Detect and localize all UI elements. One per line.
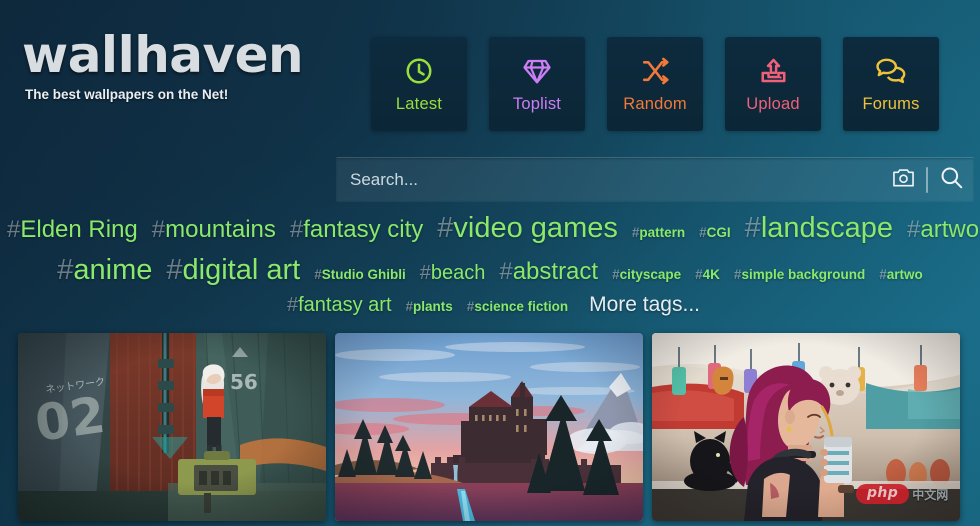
hash-icon: # [907,216,921,243]
nav-label-latest: Latest [395,95,443,113]
tag-row: #anime #digital art #Studio Ghibli #beach #a… [0,256,980,294]
tag-label: beach [430,262,486,284]
hash-icon: # [437,212,454,244]
nav-label-random: Random [623,95,687,113]
hash-icon: # [289,216,304,243]
tag-link[interactable]: #simple background [734,268,865,282]
logo-wordmark: wallhaven [22,26,304,84]
nav-item-forums[interactable]: Forums [843,37,939,131]
tag-label: simple background [741,267,866,282]
tag-link[interactable]: #fantasy art [287,295,392,315]
nav-item-upload[interactable]: Upload [725,37,821,131]
clock-icon [404,54,434,88]
tag-link[interactable]: #pattern [632,226,685,240]
tag-label: plants [413,299,453,314]
nav-label-toplist: Toplist [512,95,562,113]
tag-link[interactable]: #anime [57,256,152,285]
search-bar [336,157,974,201]
tag-label: 4K [702,267,720,282]
tag-link[interactable]: #artwo [907,218,979,242]
tag-label: science fiction [474,299,569,314]
nav-item-toplist[interactable]: Toplist [489,37,585,131]
tag-label: Studio Ghibli [321,267,406,282]
tag-label: fantasy city [303,216,424,243]
diamond-icon [521,54,553,88]
hash-icon: # [57,254,74,286]
camera-icon [892,167,915,193]
hash-icon: # [419,262,431,284]
tag-link[interactable]: #4K [695,268,720,282]
tag-label: anime [73,254,153,286]
upload-icon [758,54,789,88]
main-navigation: Latest Toplist Random Upload Forums [371,37,939,131]
tag-label: video games [453,212,618,244]
tag-label: artwo [886,267,923,282]
wallpaper-thumbnail-grid: ネットワーク 02 56 [18,333,962,521]
tag-label: artwo [920,216,980,243]
search-input[interactable] [336,158,880,201]
hash-icon: # [314,267,322,282]
tag-link[interactable]: #artwo [879,268,923,282]
tag-link[interactable]: #video games [437,214,618,243]
tag-link[interactable]: #fantasy city [290,218,423,242]
speech-bubbles-icon [875,54,908,88]
tag-label: fantasy art [298,294,392,316]
tag-link[interactable]: #landscape [745,214,893,243]
tag-label: abstract [512,258,599,285]
hash-icon: # [699,225,707,240]
hash-icon: # [879,267,887,282]
site-header: wallhaven The best wallpapers on the Net… [0,0,980,140]
hash-icon: # [744,212,761,244]
hash-icon: # [405,299,414,314]
hash-icon: # [499,258,513,285]
tag-cloud: #Elden Ring #mountains #fantasy city #video… [0,214,980,328]
php-watermark-pill: php [856,484,910,504]
tag-row: #fantasy art #plants #science fiction More … [0,294,980,328]
tag-link[interactable]: #mountains [152,218,276,242]
search-icon [939,165,964,195]
tag-link[interactable]: #science fiction [467,300,568,314]
tag-link[interactable]: #Studio Ghibli [314,268,406,282]
tag-link[interactable]: #plants [406,300,453,314]
hash-icon: # [612,267,620,282]
wallpaper-thumbnail[interactable]: ネットワーク 02 56 [18,333,326,521]
tag-link[interactable]: #digital art [166,256,300,285]
shuffle-icon [640,54,671,88]
nav-item-latest[interactable]: Latest [371,37,467,131]
search-submit-button[interactable] [928,158,974,201]
tag-label: cityscape [619,267,682,282]
php-watermark-text: 中文网 [912,487,949,502]
hash-icon: # [695,267,703,282]
hash-icon: # [287,294,299,316]
site-logo[interactable]: wallhaven The best wallpapers on the Net… [22,26,304,102]
tag-link[interactable]: #beach [420,263,486,283]
hash-icon: # [151,216,166,243]
tag-label: pattern [639,225,686,240]
tag-link[interactable]: #CGI [699,226,731,240]
tag-label: mountains [165,216,276,243]
tag-link[interactable]: #Elden Ring [7,218,138,242]
php-watermark: php 中文网 [856,481,952,507]
nav-label-forums: Forums [862,95,920,113]
hash-icon: # [7,216,21,243]
more-tags-link[interactable]: More tags... [589,294,700,315]
tag-label: landscape [760,212,894,244]
camera-search-button[interactable] [880,158,926,201]
nav-item-random[interactable]: Random [607,37,703,131]
nav-label-upload: Upload [746,95,800,113]
cyberpunk-alley-image: ネットワーク 02 56 [18,333,326,521]
castle-sunset-image [335,333,643,521]
tag-link[interactable]: #cityscape [612,268,681,282]
tag-link[interactable]: #abstract [499,260,598,284]
tag-label: digital art [182,254,301,286]
wallpaper-thumbnail[interactable] [335,333,643,521]
tag-row: #Elden Ring #mountains #fantasy city #video… [0,214,980,256]
tag-label: CGI [706,225,731,240]
logo-tagline: The best wallpapers on the Net! [25,87,229,102]
wallpaper-thumbnail[interactable]: php 中文网 [652,333,960,521]
hash-icon: # [166,254,183,286]
tag-label: Elden Ring [20,216,138,243]
